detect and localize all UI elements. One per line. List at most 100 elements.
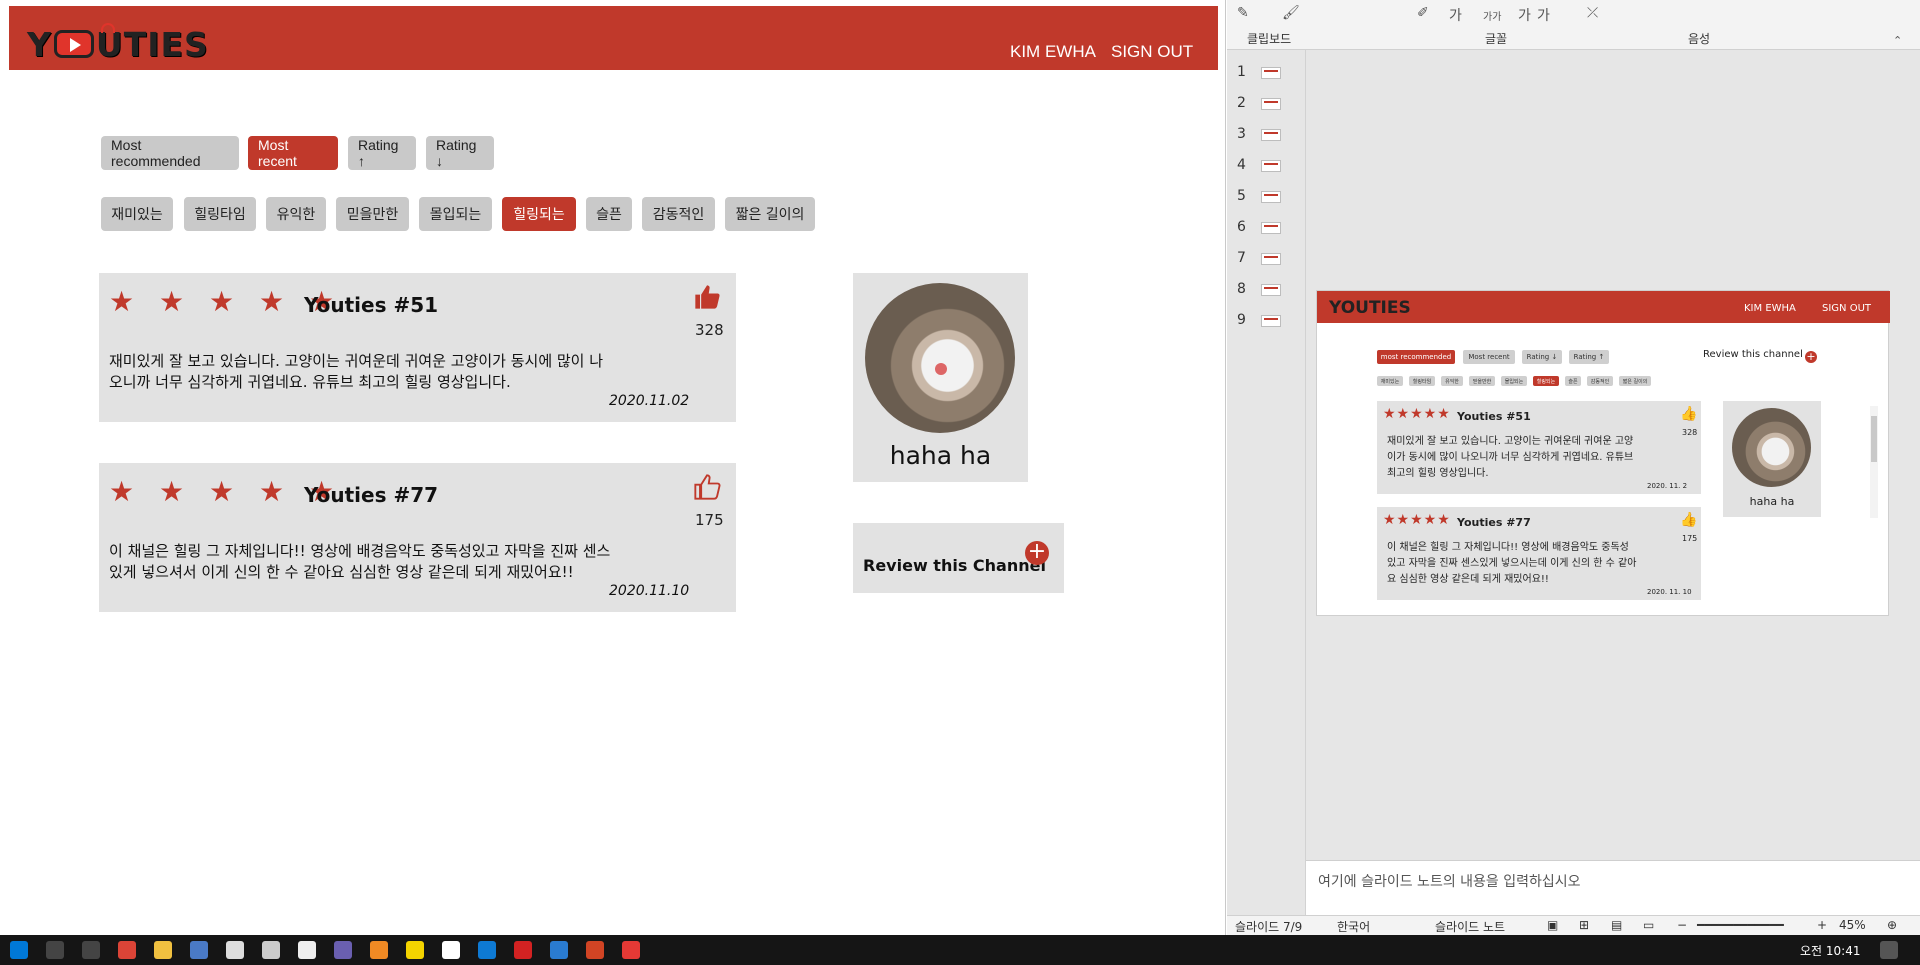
notes-toggle-button[interactable]: 슬라이드 노트 [1435, 918, 1505, 935]
slide-number[interactable]: 5 [1237, 188, 1246, 204]
slide-tag: 짧은 길이의 [1619, 376, 1651, 386]
sort-most-recommended-button[interactable]: Most recommended [101, 136, 239, 170]
clear-format-icon[interactable]: ⤫ [1587, 5, 1598, 21]
tag-filter[interactable]: 힐링타임 [184, 197, 256, 231]
start-icon[interactable] [10, 941, 28, 959]
slide-thumbnail[interactable] [1261, 98, 1281, 110]
slideshow-icon[interactable]: ▭ [1643, 918, 1654, 932]
font-color-icon[interactable]: 가 [1449, 5, 1462, 25]
tag-filter-active[interactable]: 힐링되는 [502, 197, 576, 231]
acrobat-icon[interactable] [514, 941, 532, 959]
vscode-icon[interactable] [478, 941, 496, 959]
app-icon[interactable] [334, 941, 352, 959]
fit-slide-icon[interactable]: ⊕ [1887, 918, 1897, 932]
collapse-ribbon-icon[interactable]: ⌃ [1893, 34, 1902, 47]
tag-filter[interactable]: 짧은 길이의 [725, 197, 815, 231]
slide-number[interactable]: 2 [1237, 95, 1246, 111]
notepad-icon[interactable] [262, 941, 280, 959]
thumbs-up-outline-icon[interactable] [693, 473, 721, 508]
clock[interactable]: 오전 10:41 [1800, 942, 1860, 959]
document-icon[interactable] [442, 941, 460, 959]
powerpoint-icon[interactable] [586, 941, 604, 959]
slide-logo: YOUTIES [1329, 298, 1411, 318]
slide-rating-stars: ★★★★★ [1383, 512, 1451, 528]
slide-avatar [1732, 408, 1811, 487]
zoom-level[interactable]: 45% [1839, 918, 1866, 932]
grow-font-icon[interactable]: 가 [1518, 5, 1531, 25]
site-logo[interactable]: Y UTIES [27, 23, 209, 64]
slide-review-date: 2020. 11. 10 [1647, 588, 1692, 596]
slide-number[interactable]: 3 [1237, 126, 1246, 142]
slide-add-review-icon: + [1805, 350, 1817, 363]
review-title[interactable]: Youties #51 [304, 293, 438, 317]
sublime-icon[interactable] [370, 941, 388, 959]
slide-review-title: Youties #51 [1457, 410, 1531, 423]
slide-thumbnail[interactable] [1261, 129, 1281, 141]
kakaotalk-icon[interactable] [406, 941, 424, 959]
tag-filter[interactable]: 몰입되는 [419, 197, 492, 231]
language-indicator[interactable]: 한국어 [1337, 918, 1370, 935]
shrink-font-icon[interactable]: 가 [1537, 5, 1550, 25]
slide-review-text: 최고의 힐링 영상입니다. [1387, 468, 1489, 479]
paintbrush-icon[interactable]: 🖌 [1282, 5, 1300, 21]
slide-thumbs-up-icon: 👍 [1680, 512, 1698, 528]
slide-like-count: 328 [1682, 428, 1698, 437]
tag-filter[interactable]: 슬픈 [586, 197, 632, 231]
app-icon[interactable] [190, 941, 208, 959]
slide-number[interactable]: 1 [1237, 64, 1246, 80]
tag-filter[interactable]: 감동적인 [642, 197, 715, 231]
zoom-out-button[interactable]: − [1677, 918, 1687, 932]
notifications-icon[interactable] [1880, 941, 1898, 959]
slide-canvas[interactable]: YOUTIES KIM EWHA SIGN OUT most recommend… [1316, 290, 1890, 616]
reading-view-icon[interactable]: ▤ [1611, 918, 1622, 932]
slide-number[interactable]: 4 [1237, 157, 1246, 173]
channel-profile-card: haha ha [853, 273, 1028, 482]
review-title[interactable]: Youties #77 [304, 483, 438, 507]
tag-filter[interactable]: 유익한 [266, 197, 326, 231]
zoom-slider[interactable]: ━━━━━━━━━━━━ [1697, 918, 1784, 932]
slide-number[interactable]: 7 [1237, 250, 1246, 266]
zoom-in-button[interactable]: + [1817, 918, 1827, 932]
slide-thumbnail[interactable] [1261, 160, 1281, 172]
sign-out-link[interactable]: SIGN OUT [1111, 42, 1193, 62]
font-size-icon[interactable]: 가가 [1483, 8, 1501, 23]
app-icon[interactable] [226, 941, 244, 959]
sort-rating-asc-button[interactable]: Rating ↑ [348, 136, 416, 170]
app-icon[interactable] [298, 941, 316, 959]
normal-view-icon[interactable]: ▣ [1547, 918, 1558, 932]
thumbs-up-filled-icon[interactable] [693, 283, 721, 318]
slide-sort-button: most recommended [1377, 350, 1455, 364]
slide-review-text: 요 심심한 영상 같은데 되게 재밌어요!! [1387, 574, 1549, 585]
slide-thumbnail[interactable] [1261, 67, 1281, 79]
sort-rating-desc-button[interactable]: Rating ↓ [426, 136, 494, 170]
slide-number[interactable]: 8 [1237, 281, 1246, 297]
format-painter-icon[interactable]: ✎ [1237, 5, 1249, 21]
ribbon-group-label: 클립보드 [1247, 32, 1292, 46]
slide-number[interactable]: 9 [1237, 312, 1246, 328]
add-review-icon[interactable]: + [1025, 541, 1049, 565]
task-view-icon[interactable] [82, 941, 100, 959]
slide-thumbnail[interactable] [1261, 191, 1281, 203]
slide-thumbnail[interactable] [1261, 222, 1281, 234]
notes-placeholder[interactable]: 여기에 슬라이드 노트의 내용을 입력하십시오 [1318, 871, 1581, 891]
slide-thumbnail[interactable] [1261, 253, 1281, 265]
file-explorer-icon[interactable] [154, 941, 172, 959]
highlight-icon[interactable]: ✐ [1417, 5, 1429, 21]
app-icon[interactable] [622, 941, 640, 959]
review-channel-label[interactable]: Review this Channel [863, 556, 1046, 575]
review-channel-box[interactable]: Review this Channel + [853, 523, 1064, 593]
slide-number[interactable]: 6 [1237, 219, 1246, 235]
slide-sorter-icon[interactable]: ⊞ [1579, 918, 1589, 932]
review-text-line: 있게 넣으셔서 이게 신의 한 수 같아요 심심한 영상 같은데 되게 재밌어요… [109, 563, 574, 581]
sort-most-recent-button[interactable]: Most recent [248, 136, 338, 170]
status-bar: 슬라이드 7/9 한국어 슬라이드 노트 ▣ ⊞ ▤ ▭ − ━━━━━━━━━… [1227, 915, 1920, 935]
slide-thumbnail[interactable] [1261, 315, 1281, 327]
photos-icon[interactable] [550, 941, 568, 959]
search-icon[interactable] [46, 941, 64, 959]
tag-filter[interactable]: 재미있는 [101, 197, 173, 231]
tag-filter[interactable]: 믿을만한 [336, 197, 409, 231]
chrome-icon[interactable] [118, 941, 136, 959]
notes-pane[interactable]: 여기에 슬라이드 노트의 내용을 입력하십시오 [1306, 860, 1920, 915]
slide-thumbnail[interactable] [1261, 284, 1281, 296]
user-name-link[interactable]: KIM EWHA [1010, 42, 1096, 62]
